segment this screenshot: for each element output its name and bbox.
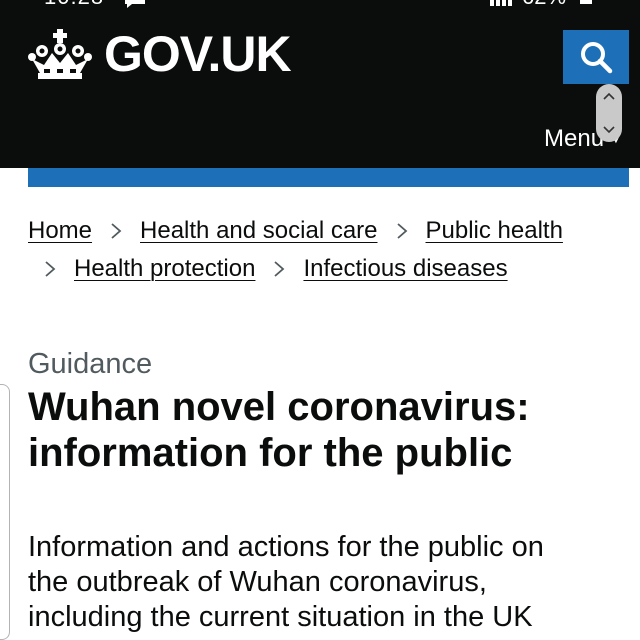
page-title-line: Wuhan novel coronavirus: [28,385,530,429]
header-blue-bar [28,168,629,187]
breadcrumb-link-public-health[interactable]: Public health [426,212,563,250]
lead-line: the outbreak of Wuhan coronavirus, [28,566,487,598]
breadcrumb: Home Health and social care Public healt… [28,212,618,288]
logo-text: GOV.UK [104,26,292,82]
page-title-line: information for the public [28,431,513,475]
lead-paragraph: Information and actions for the public o… [28,530,628,635]
edge-panel-handle[interactable] [0,384,10,640]
scroll-handle[interactable] [596,84,622,142]
govuk-logo[interactable]: GOV.UK [28,26,292,82]
lead-line: Information and actions for the public o… [28,531,544,563]
signal-icon [490,0,512,6]
breadcrumb-row: Health protection Infectious diseases [28,250,618,288]
breadcrumb-link-health-protection[interactable]: Health protection [74,250,255,288]
crown-icon [28,29,92,79]
status-time: 10:28 [44,0,104,8]
breadcrumb-link-home[interactable]: Home [28,212,92,250]
message-icon [125,0,145,8]
status-battery-level: 62% [522,0,566,8]
lead-line: including the current situation in the U… [28,601,533,633]
chevron-down-icon [603,126,615,134]
breadcrumb-row: Home Health and social care Public healt… [28,212,618,250]
search-icon [581,42,613,74]
page-caption: Guidance [28,348,153,380]
battery-icon [580,0,592,4]
chevron-up-icon [603,92,615,100]
page-title: Wuhan novel coronavirus: information for… [28,384,628,476]
breadcrumb-link-infectious-diseases[interactable]: Infectious diseases [303,250,507,288]
chevron-right-icon [274,261,285,277]
chevron-right-icon [111,223,122,239]
status-bar: 10:28 62% [0,0,640,14]
chevron-right-icon [45,261,56,277]
breadcrumb-link-health-and-social-care[interactable]: Health and social care [140,212,377,250]
site-header: 10:28 62% [0,0,640,168]
chevron-right-icon [396,223,407,239]
search-button[interactable] [563,30,629,84]
